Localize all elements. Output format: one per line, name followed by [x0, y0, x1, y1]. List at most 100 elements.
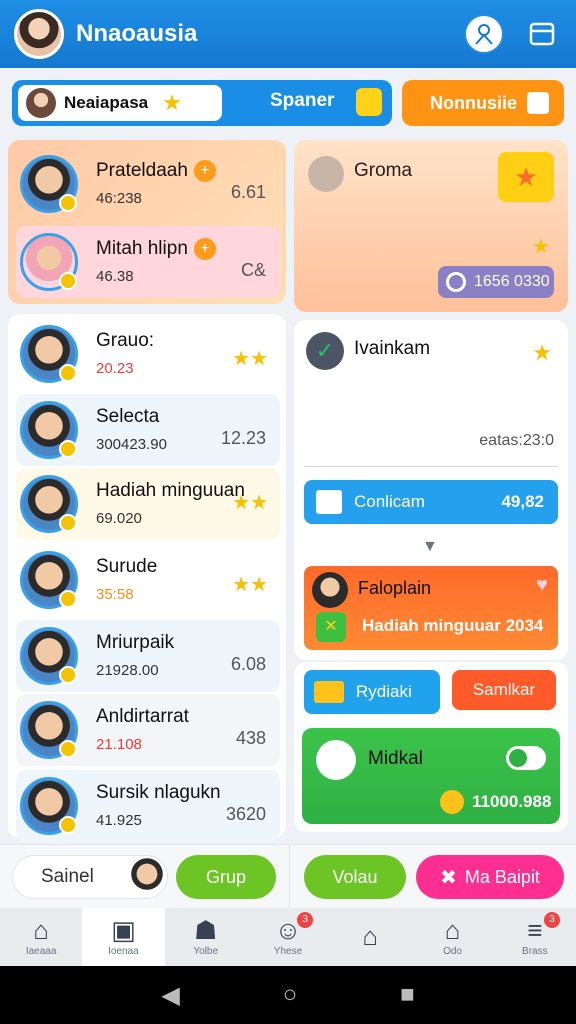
rydiaki-button[interactable]: Rydiaki — [304, 670, 440, 714]
friend-value: 12.23 — [220, 428, 266, 448]
friend-avatar — [20, 701, 78, 759]
coin-badge-icon — [59, 440, 77, 458]
nav-item-inbox[interactable]: ▣ Ioenaa — [82, 908, 165, 966]
group-score-pill[interactable]: 1656 0330 — [438, 266, 554, 298]
group-card[interactable]: Groma ★ ★ 1656 0330 — [294, 140, 568, 312]
home-icon: ⌂ — [33, 915, 49, 945]
list-item[interactable]: Surude 35:58 ★★ — [16, 544, 280, 616]
sticker-avatar — [129, 858, 165, 898]
window-button[interactable] — [522, 14, 562, 54]
search-avatar — [26, 88, 56, 118]
nav-item-menu[interactable]: ≡ Brass 3 — [494, 908, 576, 966]
friend-avatar — [20, 551, 78, 609]
friend-score: 300423.90 — [96, 436, 167, 453]
friend-name: Selecta — [96, 406, 160, 427]
search-input[interactable]: Neaiapasa ★ — [18, 85, 222, 121]
list-item[interactable]: Selecta 300423.90 12.23 — [16, 394, 280, 466]
top-row: Neaiapasa ★ Spaner Nonnusiie — [12, 80, 564, 126]
friend-avatar — [20, 475, 78, 533]
divider — [289, 845, 290, 909]
home-circle-icon[interactable]: ○ — [283, 981, 298, 1009]
close-icon: ✖ — [440, 866, 457, 889]
app-header: Nnaoausia — [0, 0, 576, 68]
check-icon[interactable]: ✓ — [306, 332, 344, 370]
message-input[interactable]: Sainel — [12, 855, 168, 899]
add-icon[interactable]: + — [193, 160, 216, 182]
system-nav-bar: ◀ ○ ■ — [0, 966, 576, 1024]
friend-value: C& — [240, 260, 266, 280]
friend-name: Prateldaah + — [96, 160, 216, 182]
gift-icon[interactable]: ★ — [498, 152, 554, 202]
star-icon: ★ — [532, 340, 552, 365]
coin-badge-icon — [59, 514, 77, 532]
friend-avatar — [20, 401, 78, 459]
close-icon[interactable]: ✕ — [316, 612, 346, 642]
nav-item-home-outline[interactable]: ⌂ — [329, 908, 411, 966]
nav-item-building[interactable]: ⌂ Odo — [411, 908, 493, 966]
list-item[interactable]: Grauo: 20.23 ★★ — [16, 318, 280, 390]
bottom-nav: ⌂ Iaeaaa ▣ Ioenaa ☗ Yolbe ☺ Yhese 3 ⌂ ⌂ … — [0, 908, 576, 966]
midkal-toggle[interactable] — [506, 746, 546, 770]
friends-list: Grauo: 20.23 ★★ Selecta 300423.90 12.23 … — [8, 314, 286, 842]
coin-badge-icon — [59, 740, 77, 758]
group-icon — [308, 156, 344, 192]
friend-name: Surude — [96, 556, 158, 577]
friend-name: Mriurpaik — [96, 632, 175, 653]
weekly-reward-label: Hadiah minguuar 2034 — [362, 616, 544, 635]
spanner-label[interactable]: Spaner — [270, 90, 334, 112]
window-icon — [529, 22, 555, 46]
list-item[interactable]: Mriurpaik 21928.00 6.08 — [16, 620, 280, 692]
notification-badge: 3 — [543, 912, 560, 928]
volau-button[interactable]: Volau — [304, 855, 406, 899]
add-icon[interactable]: + — [193, 238, 216, 260]
friend-value: 3620 — [225, 804, 266, 824]
list-item[interactable]: Anldirtarrat 21.108 438 — [16, 694, 280, 766]
coin-icon — [440, 790, 464, 814]
orange-action-button[interactable]: Nonnusiie — [402, 80, 564, 126]
action-bar: Sainel Grup Volau ✖ Ma Baipit — [0, 844, 576, 909]
home-outline-icon: ⌂ — [362, 920, 379, 951]
weekly-reward-card[interactable]: Faloplain ♥ ✕ Hadiah minguuar 2034 — [304, 566, 558, 650]
friend-score: 21928.00 — [96, 662, 159, 679]
nav-item-home[interactable]: ⌂ Iaeaaa — [0, 908, 82, 966]
menu-icon: ≡ — [527, 915, 543, 945]
ranking-stat: eatas:23:0 — [479, 432, 554, 449]
samlkar-button[interactable]: Samlkar — [452, 670, 556, 710]
nav-label: Ioenaa — [108, 946, 139, 957]
friend-score: 46.38 — [96, 268, 134, 285]
featured-row[interactable]: Prateldaah + 46:238 6.61 — [16, 148, 280, 220]
back-icon[interactable]: ◀ — [161, 981, 179, 1010]
nav-label: Odo — [443, 946, 462, 957]
ma-baipit-button[interactable]: ✖ Ma Baipit — [416, 855, 564, 899]
ma-baipit-label: Ma Baipit — [464, 866, 540, 887]
nav-label: Yolbe — [193, 946, 219, 957]
ranking-blue-row[interactable]: Conlicam 49,82 — [304, 480, 558, 524]
featured-row[interactable]: Mitah hlipn + 46.38 C& — [16, 226, 280, 298]
envelope-icon — [314, 681, 344, 703]
grup-button[interactable]: Grup — [176, 855, 276, 899]
profile-avatar[interactable] — [14, 9, 64, 59]
friend-avatar — [20, 233, 78, 291]
rewards-panel: Rydiaki Samlkar Midkal 11000.988 — [294, 662, 568, 832]
chevron-down-icon[interactable]: ▼ — [422, 538, 438, 556]
account-button[interactable] — [464, 14, 504, 54]
coin-badge-icon — [59, 816, 77, 834]
nav-item-user[interactable]: ☺ Yhese 3 — [247, 908, 329, 966]
list-item[interactable]: Sursik nlagukn 41.925 3620 — [16, 770, 280, 842]
nav-item-house[interactable]: ☗ Yolbe — [165, 908, 247, 966]
search-value: Neaiapasa — [64, 93, 149, 112]
divider — [304, 466, 558, 467]
account-icon — [475, 24, 493, 45]
list-item[interactable]: Hadiah minguuan 69.020 ★★ — [16, 468, 280, 540]
nav-label: Brass — [522, 946, 548, 957]
friend-name: Hadiah minguuan — [96, 480, 245, 501]
app-title: Nnaoausia — [76, 20, 198, 47]
house-icon: ☗ — [194, 915, 218, 945]
friend-avatar — [20, 155, 78, 213]
search-bar: Neaiapasa ★ Spaner — [12, 80, 392, 126]
share-icon — [527, 92, 550, 114]
notification-badge: 3 — [297, 912, 314, 928]
recents-icon[interactable]: ■ — [400, 981, 415, 1009]
midkal-card[interactable]: Midkal 11000.988 — [302, 728, 560, 824]
friend-name: Grauo: — [96, 330, 155, 351]
